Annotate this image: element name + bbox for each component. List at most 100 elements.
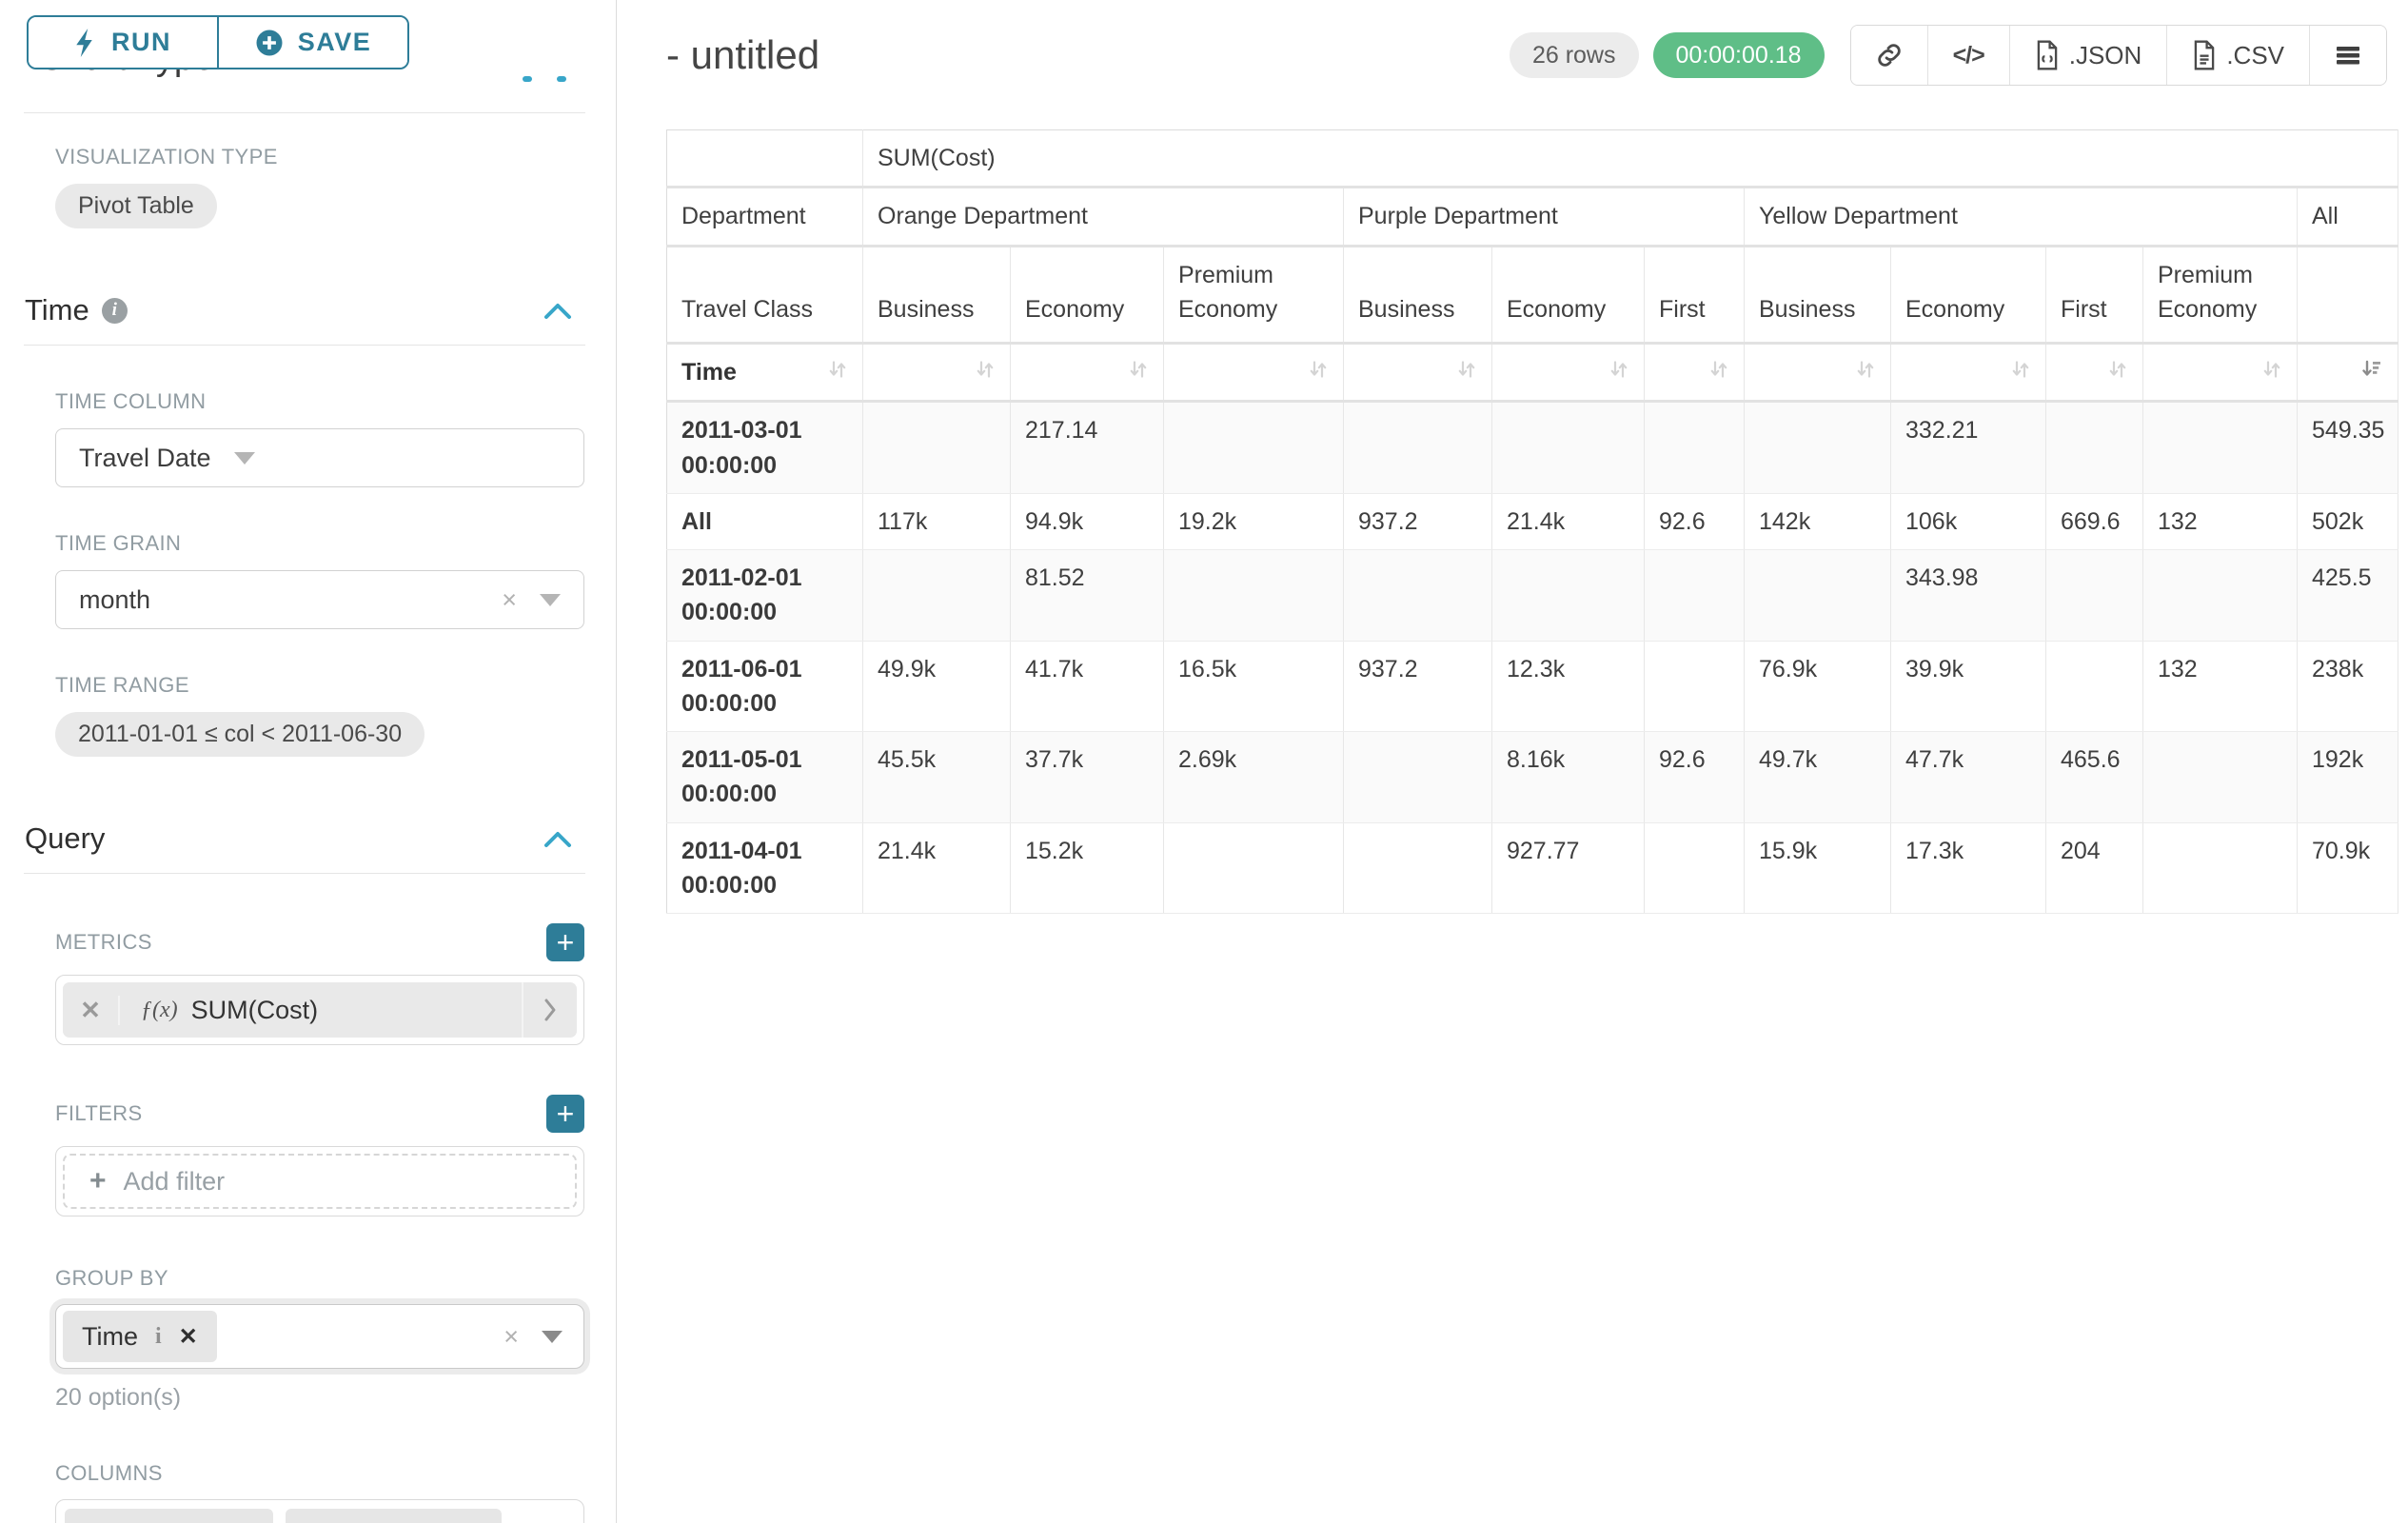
pivot-value-cell	[1344, 550, 1492, 642]
time-section-title: Time	[25, 293, 89, 327]
travel-class-header-cell: Business	[863, 246, 1011, 344]
time-grain-select[interactable]: month ×	[55, 570, 584, 629]
group-by-tag[interactable]: Time i ✕	[63, 1311, 217, 1362]
column-sort-header[interactable]	[2143, 344, 2298, 402]
control-panel: Chart Type RUN SAVE VISUALIZATION TYPE P…	[0, 0, 617, 1523]
time-sort-header[interactable]: Time	[667, 344, 863, 402]
metric-header-cell: SUM(Cost)	[863, 130, 2398, 188]
pivot-value-cell: 70.9k	[2298, 822, 2398, 914]
save-button[interactable]: SAVE	[217, 17, 407, 68]
pivot-value-cell: 12.3k	[1492, 641, 1645, 732]
add-filter-dropzone[interactable]: + Add filter	[63, 1154, 577, 1209]
metric-item[interactable]: ✕ ƒ(x) SUM(Cost)	[63, 982, 577, 1038]
time-grain-label: TIME GRAIN	[55, 531, 584, 556]
clear-icon[interactable]: ×	[502, 587, 517, 613]
columns-tag[interactable]: Travel Class ✕	[286, 1509, 502, 1523]
pivot-row: 2011-06-01 00:00:0049.9k41.7k16.5k937.21…	[667, 641, 2398, 732]
travel-class-header-cell: Economy	[1492, 246, 1645, 344]
export-json-button[interactable]: .JSON	[2009, 26, 2167, 85]
add-metric-button[interactable]: +	[546, 923, 584, 961]
time-range-field: TIME RANGE 2011-01-01 ≤ col < 2011-06-30	[55, 673, 584, 757]
metrics-label: METRICS	[55, 930, 152, 955]
remove-tag-icon[interactable]: ✕	[179, 1323, 198, 1351]
sort-desc-icon[interactable]	[2360, 355, 2383, 389]
travel-class-header-cell: Premium Economy	[2143, 246, 2298, 344]
panel-top: Chart Type RUN SAVE	[0, 0, 616, 114]
pivot-value-cell: 39.9k	[1891, 641, 2046, 732]
row-header-cell: 2011-04-01 00:00:00	[667, 822, 863, 914]
pivot-value-cell: 937.2	[1344, 641, 1492, 732]
pivot-value-cell: 47.7k	[1891, 732, 2046, 823]
sort-icon[interactable]	[1456, 355, 1477, 389]
chevron-down-icon[interactable]	[542, 1331, 563, 1343]
column-sort-header[interactable]	[1645, 344, 1745, 402]
visualization-type-pill[interactable]: Pivot Table	[55, 184, 217, 228]
sort-icon[interactable]	[2261, 355, 2282, 389]
view-query-button[interactable]: </>	[1927, 26, 2009, 85]
pivot-value-cell	[1164, 822, 1344, 914]
add-filter-button[interactable]: +	[546, 1095, 584, 1133]
clear-icon[interactable]: ×	[503, 1324, 519, 1350]
pivot-value-cell: 15.2k	[1011, 822, 1164, 914]
sort-icon[interactable]	[1708, 355, 1729, 389]
collapse-query-icon[interactable]	[543, 830, 572, 848]
column-sort-header[interactable]	[2298, 344, 2398, 402]
sort-icon[interactable]	[1128, 355, 1149, 389]
share-link-button[interactable]	[1851, 26, 1927, 85]
collapse-time-icon[interactable]	[543, 302, 572, 320]
query-section-title: Query	[25, 821, 105, 856]
pivot-row: 2011-02-01 00:00:0081.52343.98425.5	[667, 550, 2398, 642]
sort-icon[interactable]	[2107, 355, 2128, 389]
metric-name: SUM(Cost)	[191, 996, 319, 1025]
column-sort-header[interactable]	[2046, 344, 2143, 402]
pivot-value-cell	[1745, 402, 1891, 494]
export-button-group: </> .JSON .CSV	[1850, 25, 2387, 86]
remove-metric-icon[interactable]: ✕	[63, 996, 118, 1025]
divider	[24, 345, 585, 346]
pivot-value-cell: 37.7k	[1011, 732, 1164, 823]
metrics-box: ✕ ƒ(x) SUM(Cost)	[55, 975, 584, 1045]
columns-select[interactable]: Department ✕ Travel Class ✕ ×	[55, 1499, 584, 1523]
chart-type-collapse-icon[interactable]	[523, 76, 566, 82]
travel-class-header-cell: Economy	[1011, 246, 1164, 344]
time-column-select[interactable]: Travel Date	[55, 428, 584, 487]
pivot-value-cell: 217.14	[1011, 402, 1164, 494]
column-sort-header[interactable]	[1164, 344, 1344, 402]
function-icon: ƒ(x)	[141, 998, 178, 1023]
column-sort-header[interactable]	[1492, 344, 1645, 402]
pivot-value-cell	[1645, 550, 1745, 642]
sort-icon[interactable]	[1855, 355, 1876, 389]
chart-title[interactable]: - untitled	[666, 32, 819, 78]
sort-icon[interactable]	[1308, 355, 1329, 389]
travel-class-header-cell: Premium Economy	[1164, 246, 1344, 344]
pivot-value-cell: 502k	[2298, 493, 2398, 549]
column-sort-header[interactable]	[1344, 344, 1492, 402]
pivot-value-cell: 21.4k	[1492, 493, 1645, 549]
group-by-select[interactable]: Time i ✕ ×	[55, 1304, 584, 1369]
pivot-value-cell: 21.4k	[863, 822, 1011, 914]
run-button[interactable]: RUN	[29, 17, 217, 68]
pivot-value-cell: 669.6	[2046, 493, 2143, 549]
columns-tag[interactable]: Department ✕	[65, 1509, 273, 1523]
sort-icon[interactable]	[2010, 355, 2031, 389]
sort-icon[interactable]	[827, 355, 848, 389]
sort-icon[interactable]	[1609, 355, 1629, 389]
row-header-cell: 2011-06-01 00:00:00	[667, 641, 863, 732]
pivot-row: 2011-04-01 00:00:0021.4k15.2k927.7715.9k…	[667, 822, 2398, 914]
export-csv-button[interactable]: .CSV	[2166, 26, 2309, 85]
time-range-pill[interactable]: 2011-01-01 ≤ col < 2011-06-30	[55, 712, 424, 757]
pivot-value-cell	[2046, 550, 2143, 642]
visualization-type-field: VISUALIZATION TYPE Pivot Table	[55, 145, 616, 228]
time-column-field: TIME COLUMN Travel Date	[55, 389, 584, 487]
column-sort-header[interactable]	[1011, 344, 1164, 402]
pivot-value-cell: 132	[2143, 493, 2298, 549]
chevron-right-icon[interactable]	[522, 982, 577, 1038]
column-sort-header[interactable]	[1891, 344, 2046, 402]
column-sort-header[interactable]	[863, 344, 1011, 402]
pivot-value-cell: 49.7k	[1745, 732, 1891, 823]
menu-button[interactable]	[2309, 26, 2386, 85]
column-sort-header[interactable]	[1745, 344, 1891, 402]
travel-class-header-cell: Economy	[1891, 246, 2046, 344]
run-save-button-group: RUN SAVE	[27, 15, 409, 69]
sort-icon[interactable]	[975, 355, 996, 389]
